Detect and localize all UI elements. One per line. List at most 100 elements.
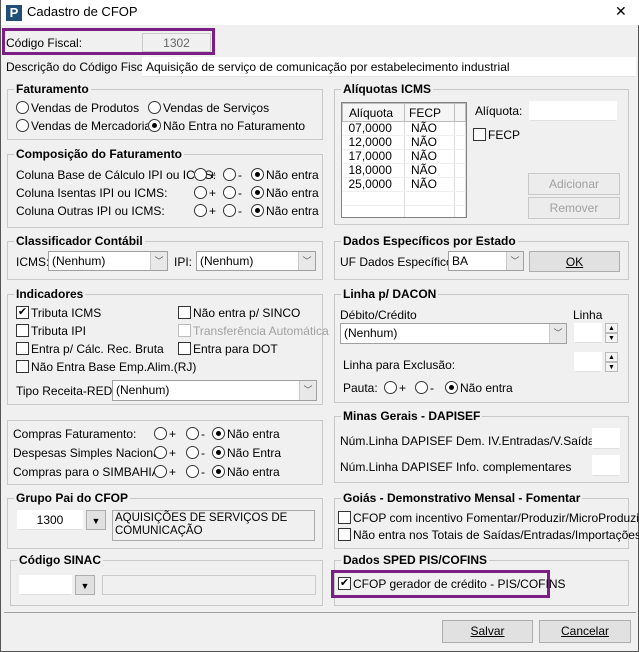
sped-title: Dados SPED PIS/COFINS [341,553,490,567]
column-header-fecp[interactable]: FECP [404,103,455,122]
indicador-checkbox[interactable] [16,324,29,337]
table-cell [342,191,405,206]
grupo-pai-code-input[interactable]: 1300 [17,510,83,530]
table-row[interactable] [342,205,466,217]
radio-nao-entra[interactable] [251,168,264,181]
linha-exclusao-spinner[interactable]: ▲ ▼ [605,352,618,372]
dacon-title: Linha p/ DACON [341,287,439,301]
grupo-pai-dropdown-button[interactable]: ▼ [86,510,106,530]
radio-label: + [169,427,177,441]
table-row[interactable]: 25,0000 NÃO [342,177,466,192]
table-row[interactable]: 18,0000 NÃO [342,163,466,178]
compras-row-label: Despesas Simples Nacional: [13,446,166,460]
radio-plus[interactable] [154,446,167,459]
radio-label: Não entra [266,168,319,182]
ipi-label: IPI: [174,255,193,269]
radio-label: + [169,446,177,460]
goias-incentivo-checkbox[interactable] [338,511,351,524]
radio-minus[interactable] [223,168,236,181]
pauta-radio-nao-entra[interactable] [445,381,458,394]
indicador-checkbox[interactable] [178,306,191,319]
checkbox-label: Entra para DOT [193,342,278,356]
radio-nao-entra[interactable] [212,427,225,440]
sinac-description [102,575,316,595]
aliquotas-table[interactable]: Alíquota FECP 07,0000 NÃO 12,0000 NÃO 17,000… [341,102,467,218]
indicador-checkbox[interactable]: ✔ [16,306,29,319]
radio-label: + [169,465,177,479]
radio-label: Não entra [227,465,280,479]
radio-nao-entra[interactable] [251,186,264,199]
sinac-code-input[interactable] [19,575,72,595]
uf-select[interactable]: BA ﹀ [448,251,524,271]
table-row[interactable]: 07,0000 NÃO [342,121,466,136]
indicador-checkbox[interactable] [16,360,29,373]
sinac-dropdown-button[interactable]: ▼ [75,575,95,595]
chevron-down-icon: ﹀ [299,381,316,400]
dapisef-info-input[interactable] [592,455,620,476]
table-cell: 07,0000 [342,121,405,136]
indicador-checkbox[interactable] [178,342,191,355]
radio-label: Não Entra [227,446,282,460]
radio-plus[interactable] [154,427,167,440]
table-row[interactable]: 12,0000 NÃO [342,135,466,150]
checkbox-label: Não entra p/ SINCO [193,306,301,320]
radio-nao-entra[interactable] [212,446,225,459]
linha-label: Linha [573,308,603,322]
pauta-radio-minus[interactable] [415,381,428,394]
debito-credito-select[interactable]: (Nenhum) ﹀ [340,323,567,344]
indicador-checkbox[interactable] [16,342,29,355]
checkbox-label: Tributa ICMS [31,306,102,320]
ipi-select[interactable]: (Nenhum) ﹀ [196,251,316,271]
composicao-row-label: Coluna Base de Cálculo IPI ou ICMS: [16,168,217,182]
column-header-aliquota[interactable]: Alíquota [342,103,405,122]
grupo-pai-description: AQUISIÇÕES DE SERVIÇOS DE COMUNICAÇÃO [112,510,315,541]
radio-nao-entra[interactable] [251,204,264,217]
table-row[interactable] [342,191,466,206]
linha-spinner[interactable]: ▲ ▼ [605,323,618,343]
radio-nao-entra[interactable] [212,465,225,478]
radio-vendas-mercadorias[interactable] [16,119,29,132]
codigo-fiscal-input[interactable]: 1302 [142,33,211,52]
radio-label: Não Entra no Faturamento [163,119,306,133]
sped-credito-checkbox[interactable]: ✔ [338,577,351,590]
radio-minus[interactable] [186,465,199,478]
radio-minus[interactable] [186,446,199,459]
linha-input[interactable] [574,323,602,343]
adicionar-button[interactable]: Adicionar [528,173,620,195]
icms-select[interactable]: (Nenhum) ﹀ [48,251,168,271]
tipo-receita-select[interactable]: (Nenhum) ﹀ [112,380,317,401]
radio-vendas-produtos[interactable] [16,101,29,114]
fecp-checkbox[interactable] [473,128,486,141]
table-cell: NÃO [404,177,455,192]
radio-nao-entra-faturamento[interactable] [148,119,161,132]
cancelar-button[interactable]: Cancelar [539,620,631,643]
radio-vendas-servicos[interactable] [148,101,161,114]
indicador-checkbox[interactable] [178,324,191,337]
checkbox-label: CFOP gerador de crédito - PIS/COFINS [353,577,566,591]
remover-button[interactable]: Remover [528,197,620,219]
linha-exclusao-input[interactable] [574,352,602,372]
salvar-button[interactable]: Salvar [442,620,533,643]
table-row[interactable]: 17,0000 NÃO [342,149,466,164]
close-icon[interactable]: ✕ [615,4,627,18]
radio-plus[interactable] [194,168,207,181]
radio-label: Não entra [227,427,280,441]
compras-row-label: Compras para o SIMBAHIA: [13,465,164,479]
radio-label: - [201,427,205,441]
descricao-input[interactable]: Aquisição de serviço de comunicação por … [142,57,636,77]
radio-plus[interactable] [194,204,207,217]
ok-button[interactable]: OK [529,251,620,272]
goias-totais-checkbox[interactable] [338,528,351,541]
chevron-down-icon: ﹀ [150,252,167,270]
radio-plus[interactable] [154,465,167,478]
dapisef-entradas-input[interactable] [592,428,620,449]
pauta-radio-plus[interactable] [384,381,397,394]
radio-minus[interactable] [186,427,199,440]
aliquota-input[interactable] [529,101,617,121]
grupo-pai-title: Grupo Pai do CFOP [14,491,131,505]
radio-plus[interactable] [194,186,207,199]
icms-label: ICMS: [16,255,50,269]
chevron-down-icon: ﹀ [298,252,315,270]
radio-minus[interactable] [223,204,236,217]
radio-minus[interactable] [223,186,236,199]
